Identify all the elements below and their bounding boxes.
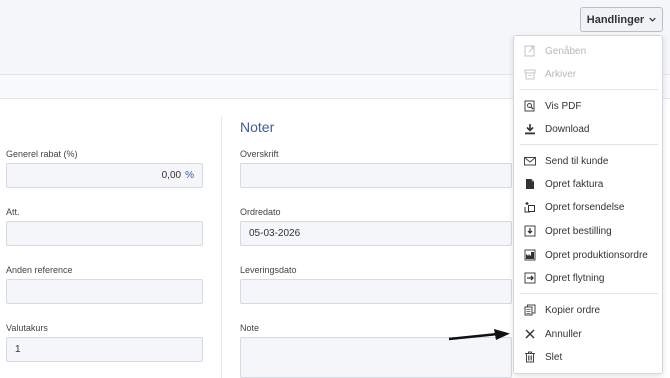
discount-value: 0,00 xyxy=(161,170,182,181)
notes-title: Noter xyxy=(240,119,275,135)
transfer-icon xyxy=(524,272,536,284)
menu-divider xyxy=(520,144,658,145)
menu-item-create-shipment[interactable]: Opret forsendelse xyxy=(514,197,662,217)
menu-item-label: Send til kunde xyxy=(545,155,609,167)
currency-rate-field[interactable]: 1 xyxy=(6,337,203,362)
close-icon xyxy=(524,328,536,340)
archive-icon xyxy=(524,68,536,80)
menu-item-archive[interactable]: Arkiver xyxy=(514,64,662,84)
menu-item-label: Opret flytning xyxy=(545,272,605,284)
trash-icon xyxy=(524,351,536,363)
percent-unit: % xyxy=(185,170,194,181)
menu-item-create-purchase[interactable]: Opret bestilling xyxy=(514,221,662,241)
menu-item-label: Download xyxy=(545,123,590,135)
menu-item-cancel[interactable]: Annuller xyxy=(514,324,662,344)
menu-item-label: Opret produktionsordre xyxy=(545,249,648,261)
copy-icon xyxy=(524,304,536,316)
menu-item-label: Genåben xyxy=(545,45,587,57)
menu-item-create-invoice[interactable]: Opret faktura xyxy=(514,174,662,194)
menu-item-label: Opret faktura xyxy=(545,178,604,190)
menu-item-delete[interactable]: Slet xyxy=(514,347,662,367)
menu-item-send-to-customer[interactable]: Send til kunde xyxy=(514,151,662,171)
other-reference-field[interactable] xyxy=(6,279,203,304)
reopen-icon xyxy=(524,45,536,57)
menu-item-copy-order[interactable]: Kopier ordre xyxy=(514,300,662,320)
currency-rate-label: Valutakurs xyxy=(6,323,48,333)
menu-item-label: Arkiver xyxy=(545,68,577,80)
menu-item-label: Kopier ordre xyxy=(545,304,601,316)
order-date-field[interactable]: 05-03-2026 xyxy=(240,221,512,246)
menu-divider xyxy=(520,293,658,294)
note-label: Note xyxy=(240,323,260,333)
att-label: Att. xyxy=(6,207,20,217)
menu-item-reopen[interactable]: Genåben xyxy=(514,41,662,61)
other-reference-label: Anden reference xyxy=(6,265,73,275)
menu-item-view-pdf[interactable]: Vis PDF xyxy=(514,96,662,116)
actions-dropdown-button[interactable]: Handlinger xyxy=(580,7,663,32)
menu-item-label: Slet xyxy=(545,351,563,363)
menu-item-label: Opret forsendelse xyxy=(545,201,625,213)
menu-item-label: Opret bestilling xyxy=(545,225,612,237)
production-icon xyxy=(524,249,536,261)
menu-item-label: Vis PDF xyxy=(545,100,582,112)
discount-label: Generel rabat (%) xyxy=(6,149,78,159)
invoice-icon xyxy=(524,178,536,190)
download-icon xyxy=(524,123,536,135)
pdf-view-icon xyxy=(524,100,536,112)
menu-divider xyxy=(520,89,658,90)
chevron-down-icon xyxy=(649,17,656,22)
menu-item-download[interactable]: Download xyxy=(514,119,662,139)
order-date-label: Ordredato xyxy=(240,207,281,217)
att-field[interactable] xyxy=(6,221,203,246)
heading-field[interactable] xyxy=(240,163,512,188)
actions-button-label: Handlinger xyxy=(586,13,645,26)
annotation-arrow-icon xyxy=(448,329,510,341)
menu-item-label: Annuller xyxy=(545,328,582,340)
menu-item-create-transfer[interactable]: Opret flytning xyxy=(514,268,662,288)
menu-item-create-production-order[interactable]: Opret produktionsordre xyxy=(514,245,662,265)
heading-label: Overskrift xyxy=(240,149,279,159)
discount-field[interactable]: 0,00 % xyxy=(6,163,203,188)
delivery-date-field[interactable] xyxy=(240,279,512,304)
shipment-icon xyxy=(524,201,536,213)
actions-menu: Genåben Arkiver Vis PDF Download Send ti… xyxy=(513,35,663,374)
purchase-order-icon xyxy=(524,225,536,237)
column-divider xyxy=(221,116,222,378)
envelope-icon xyxy=(524,155,536,167)
delivery-date-label: Leveringsdato xyxy=(240,265,297,275)
